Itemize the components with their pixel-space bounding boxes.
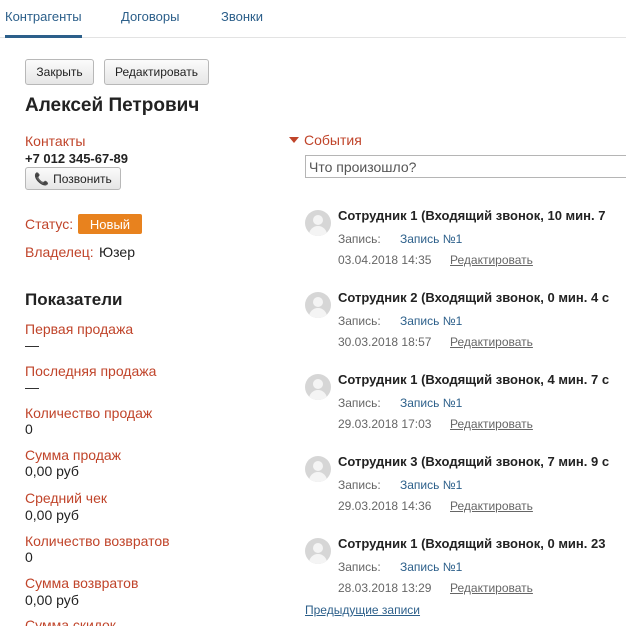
- owner-value: Юзер: [99, 244, 135, 260]
- avatar-icon: [305, 456, 331, 482]
- events-title: События: [304, 132, 362, 148]
- metrics-title: Показатели: [25, 290, 123, 309]
- phone-icon: 📞: [34, 171, 50, 186]
- call-button[interactable]: 📞 Позвонить: [25, 167, 121, 190]
- record-link[interactable]: Запись №1: [400, 396, 462, 410]
- avatar-icon: [305, 538, 331, 564]
- event-date: 30.03.2018 18:57: [338, 335, 432, 349]
- contact-name: Алексей Петрович: [25, 95, 200, 116]
- metric-label: Количество возвратов: [25, 533, 170, 549]
- event-item: Сотрудник 1 (Входящий звонок, 4 мин. 7 с…: [305, 372, 626, 442]
- record-label: Запись:: [338, 478, 381, 492]
- event-edit-link[interactable]: Редактировать: [450, 253, 533, 267]
- previous-records-link[interactable]: Предыдущие записи: [305, 603, 420, 617]
- event-edit-link[interactable]: Редактировать: [450, 581, 533, 595]
- metric-value: 0: [25, 421, 33, 437]
- close-button[interactable]: Закрыть: [25, 59, 94, 85]
- tab-calls[interactable]: Звонки: [221, 9, 263, 24]
- edit-button[interactable]: Редактировать: [104, 59, 209, 85]
- event-date: 29.03.2018 14:36: [338, 499, 432, 513]
- tab-contracts[interactable]: Договоры: [121, 9, 179, 24]
- events-header[interactable]: События: [289, 132, 362, 148]
- event-input[interactable]: [305, 155, 626, 178]
- event-edit-link[interactable]: Редактировать: [450, 499, 533, 513]
- status-badge[interactable]: Новый: [78, 214, 142, 234]
- metric-label: Последняя продажа: [25, 363, 157, 379]
- metric-value: —: [25, 337, 39, 353]
- metric-value: 0,00 руб: [25, 507, 79, 523]
- event-date: 03.04.2018 14:35: [338, 253, 432, 267]
- event-date: 28.03.2018 13:29: [338, 581, 432, 595]
- event-title: Сотрудник 1 (Входящий звонок, 0 мин. 23: [338, 536, 606, 551]
- event-item: Сотрудник 1 (Входящий звонок, 0 мин. 23 …: [305, 536, 626, 606]
- event-title: Сотрудник 2 (Входящий звонок, 0 мин. 4 с: [338, 290, 610, 305]
- avatar-icon: [305, 292, 331, 318]
- metric-label: Количество продаж: [25, 405, 153, 421]
- record-label: Запись:: [338, 560, 381, 574]
- call-button-label: Позвонить: [53, 171, 112, 186]
- tab-bar: Контрагенты Договоры Звонки: [0, 0, 626, 38]
- record-link[interactable]: Запись №1: [400, 314, 462, 328]
- event-title: Сотрудник 1 (Входящий звонок, 4 мин. 7 с: [338, 372, 610, 387]
- event-title: Сотрудник 3 (Входящий звонок, 7 мин. 9 с: [338, 454, 610, 469]
- collapse-triangle-icon: [289, 137, 299, 143]
- metric-label: Средний чек: [25, 490, 108, 506]
- event-item: Сотрудник 2 (Входящий звонок, 0 мин. 4 с…: [305, 290, 626, 360]
- event-item: Сотрудник 3 (Входящий звонок, 7 мин. 9 с…: [305, 454, 626, 524]
- tab-counterparties[interactable]: Контрагенты: [5, 9, 82, 24]
- event-item: Сотрудник 1 (Входящий звонок, 10 мин. 7 …: [305, 208, 626, 278]
- record-link[interactable]: Запись №1: [400, 232, 462, 246]
- record-link[interactable]: Запись №1: [400, 560, 462, 574]
- metric-value: 0: [25, 549, 33, 565]
- metric-value: —: [25, 379, 39, 395]
- event-title: Сотрудник 1 (Входящий звонок, 10 мин. 7: [338, 208, 606, 223]
- metric-label: Сумма продаж: [25, 447, 122, 463]
- event-edit-link[interactable]: Редактировать: [450, 417, 533, 431]
- record-link[interactable]: Запись №1: [400, 478, 462, 492]
- record-label: Запись:: [338, 396, 381, 410]
- avatar-icon: [305, 210, 331, 236]
- metric-label: Первая продажа: [25, 321, 134, 337]
- event-date: 29.03.2018 17:03: [338, 417, 432, 431]
- record-label: Запись:: [338, 314, 381, 328]
- status-label: Статус:: [25, 216, 74, 232]
- metric-label: Сумма скидок: [25, 617, 116, 626]
- owner-label: Владелец:: [25, 244, 94, 260]
- phone-number: +7 012 345-67-89: [25, 151, 129, 166]
- metric-value: 0,00 руб: [25, 463, 79, 479]
- avatar-icon: [305, 374, 331, 400]
- metric-label: Сумма возвратов: [25, 575, 139, 591]
- active-tab-indicator: [5, 35, 82, 38]
- metric-value: 0,00 руб: [25, 592, 79, 608]
- contacts-label: Контакты: [25, 133, 86, 149]
- record-label: Запись:: [338, 232, 381, 246]
- event-edit-link[interactable]: Редактировать: [450, 335, 533, 349]
